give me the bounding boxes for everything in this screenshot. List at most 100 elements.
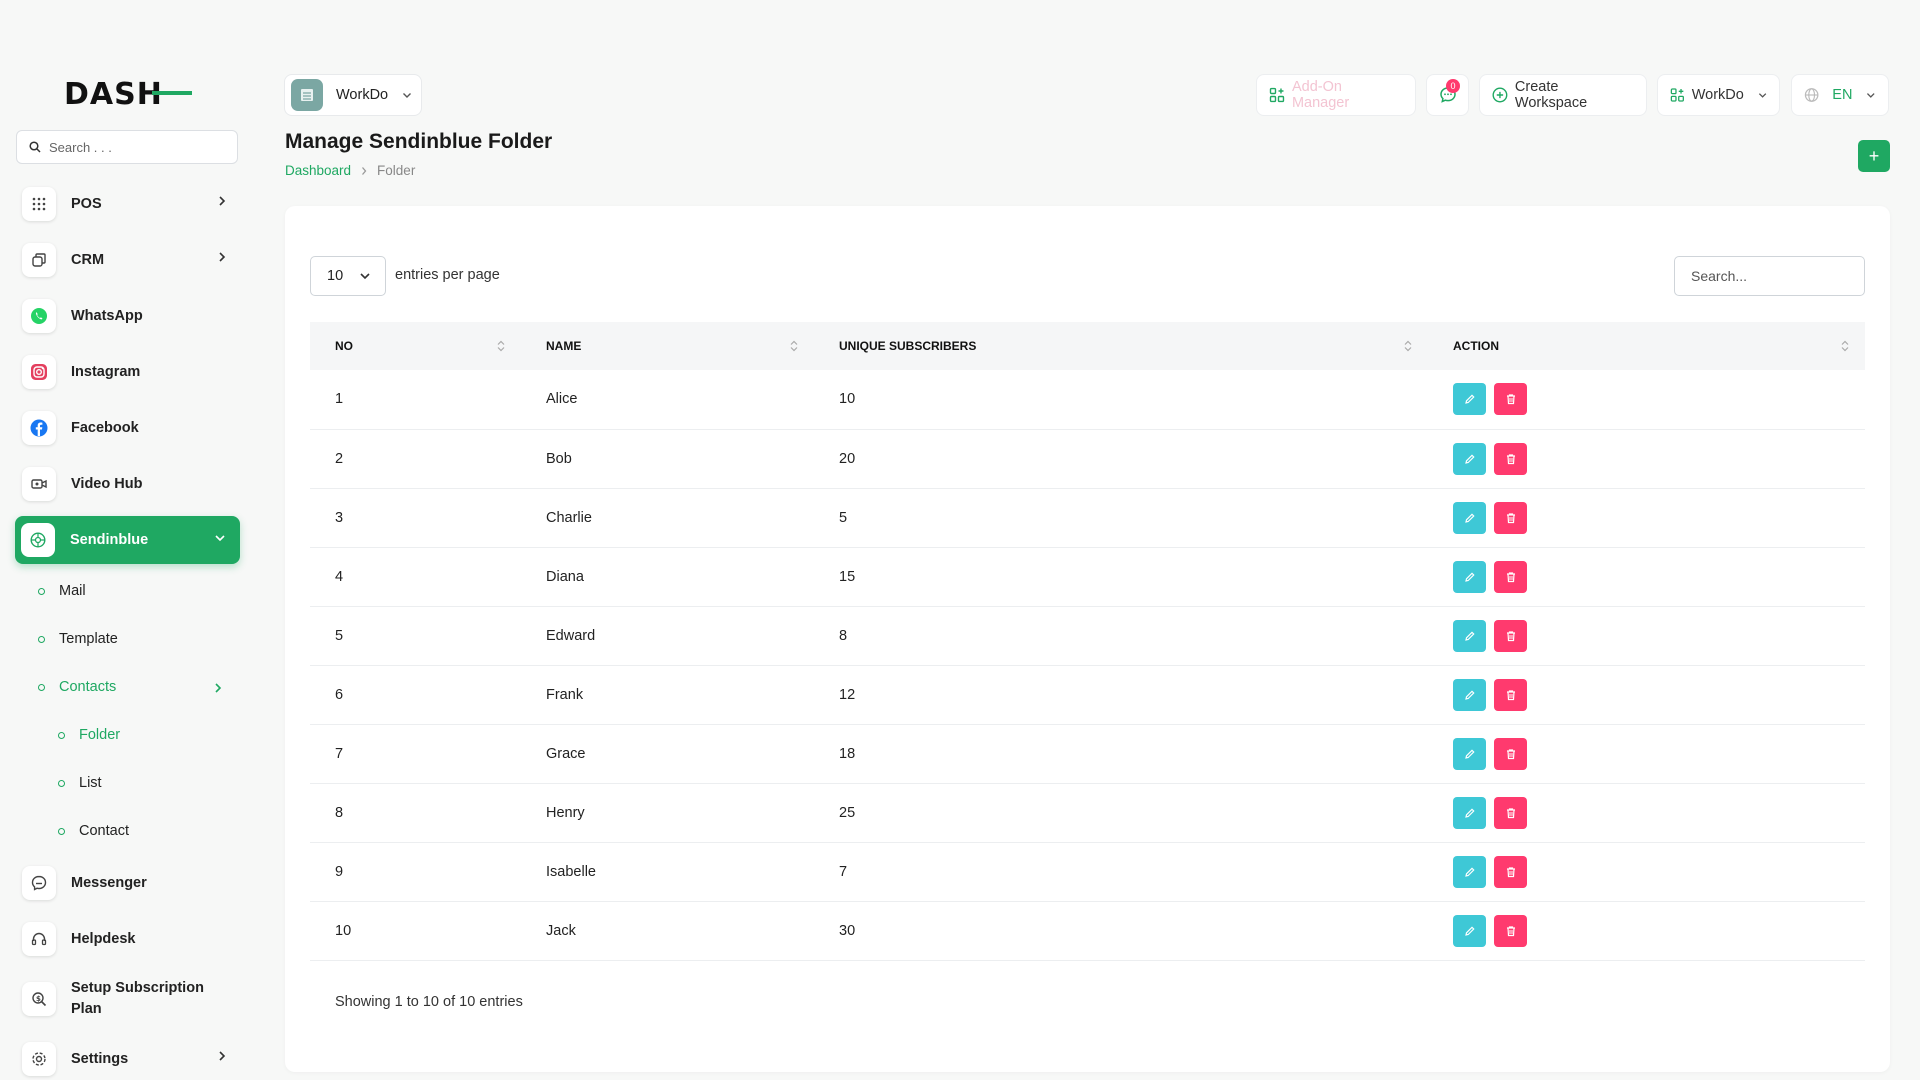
cell-unique-subscribers: 25 xyxy=(814,783,1428,843)
cell-action xyxy=(1428,665,1865,725)
column-header-unique-subscribers[interactable]: UNIQUE SUBSCRIBERS xyxy=(814,322,1428,370)
bullet-icon xyxy=(38,587,45,595)
sidebar-item-sendinblue[interactable]: Sendinblue xyxy=(15,516,240,564)
table-row: 8 Henry 25 xyxy=(310,783,1865,843)
delete-button[interactable] xyxy=(1494,796,1527,829)
edit-button[interactable] xyxy=(1453,678,1486,711)
cell-unique-subscribers: 15 xyxy=(814,547,1428,607)
breadcrumb: Dashboard Folder xyxy=(285,163,415,178)
pencil-icon xyxy=(1464,807,1475,818)
sidebar-subitem-contact[interactable]: Contact xyxy=(58,823,129,839)
cell-name: Isabelle xyxy=(521,842,814,902)
edit-button[interactable] xyxy=(1453,560,1486,593)
delete-button[interactable] xyxy=(1494,501,1527,534)
sidebar-item-label: Messenger xyxy=(71,875,147,891)
sidebar-item-whatsapp[interactable]: WhatsApp xyxy=(16,292,240,340)
cell-name: Henry xyxy=(521,783,814,843)
table-row: 7 Grace 18 xyxy=(310,724,1865,784)
addon-manager-button[interactable]: Add-On Manager xyxy=(1256,74,1416,116)
edit-button[interactable] xyxy=(1453,796,1486,829)
trash-icon xyxy=(1506,453,1515,464)
chevron-right-icon xyxy=(219,1051,226,1061)
gear-icon xyxy=(22,1042,56,1076)
edit-button[interactable] xyxy=(1453,619,1486,652)
trash-icon xyxy=(1506,394,1515,405)
pencil-icon xyxy=(1464,453,1475,464)
edit-button[interactable] xyxy=(1453,855,1486,888)
cell-unique-subscribers: 10 xyxy=(814,370,1428,430)
workspace-select[interactable]: WorkDo xyxy=(284,74,422,116)
sidebar-item-label: Settings xyxy=(71,1051,129,1067)
dash-logo[interactable]: DASH xyxy=(64,78,192,110)
column-header-no[interactable]: NO xyxy=(310,322,521,370)
sidebar-item-settings[interactable]: Settings xyxy=(16,1035,240,1080)
delete-button[interactable] xyxy=(1494,737,1527,770)
edit-button[interactable] xyxy=(1453,383,1486,416)
table-row: 5 Edward 8 xyxy=(310,606,1865,666)
instagram-icon xyxy=(22,355,56,389)
messages-button[interactable]: 0 xyxy=(1426,74,1469,116)
delete-button[interactable] xyxy=(1494,678,1527,711)
trash-icon xyxy=(1506,630,1515,641)
cell-no: 7 xyxy=(310,724,521,784)
delete-button[interactable] xyxy=(1494,442,1527,475)
sidebar-subitem-contacts[interactable]: Contacts xyxy=(38,679,228,695)
messenger-icon xyxy=(22,866,56,900)
cell-no: 5 xyxy=(310,606,521,666)
sidebar-item-label: WhatsApp xyxy=(71,308,143,324)
sidebar-subitem-template[interactable]: Template xyxy=(38,631,118,647)
sidebar-item-messenger[interactable]: Messenger xyxy=(16,859,240,907)
sidebar-search-input[interactable] xyxy=(49,139,219,155)
column-header-name[interactable]: NAME xyxy=(521,322,814,370)
cell-action xyxy=(1428,370,1865,430)
edit-button[interactable] xyxy=(1453,914,1486,947)
sidebar-search[interactable] xyxy=(16,130,238,164)
trash-icon xyxy=(1506,925,1515,936)
column-header-action[interactable]: ACTION xyxy=(1428,322,1865,370)
table-search-input[interactable] xyxy=(1674,256,1865,296)
workspace-menu-label: WorkDo xyxy=(1691,87,1744,103)
delete-button[interactable] xyxy=(1494,855,1527,888)
sidebar-item-pos[interactable]: POS xyxy=(16,180,240,228)
language-label: EN xyxy=(1832,87,1853,103)
workspace-menu-button[interactable]: WorkDo xyxy=(1657,74,1780,116)
create-workspace-label: Create Workspace xyxy=(1514,79,1588,111)
bullet-icon xyxy=(58,779,65,787)
delete-button[interactable] xyxy=(1494,383,1527,416)
table-row: 3 Charlie 5 xyxy=(310,488,1865,548)
create-workspace-button[interactable]: Create Workspace xyxy=(1479,74,1647,116)
sidebar-item-setup-subscription-plan[interactable]: $ Setup Subscription Plan xyxy=(16,971,240,1027)
language-select[interactable]: EN xyxy=(1791,74,1889,116)
sidebar-item-label: Helpdesk xyxy=(71,931,136,947)
sidebar-item-facebook[interactable]: Facebook xyxy=(16,404,240,452)
crm-icon xyxy=(22,243,56,277)
delete-button[interactable] xyxy=(1494,914,1527,947)
trash-icon xyxy=(1506,571,1515,582)
edit-button[interactable] xyxy=(1453,737,1486,770)
sidebar-item-crm[interactable]: CRM xyxy=(16,236,240,284)
svg-text:DASH: DASH xyxy=(64,78,163,110)
chevron-down-icon xyxy=(403,92,412,98)
sidebar-subitem-mail[interactable]: Mail xyxy=(38,583,86,599)
delete-button[interactable] xyxy=(1494,619,1527,652)
sidebar-item-instagram[interactable]: Instagram xyxy=(16,348,240,396)
sort-icon xyxy=(790,340,798,352)
sidebar-item-label: Instagram xyxy=(71,364,141,380)
chevron-down-icon xyxy=(215,535,225,542)
cell-name: Alice xyxy=(521,370,814,430)
sendinblue-icon xyxy=(21,523,55,557)
table-row: 4 Diana 15 xyxy=(310,547,1865,607)
sidebar-item-video-hub[interactable]: Video Hub xyxy=(16,460,240,508)
edit-button[interactable] xyxy=(1453,442,1486,475)
sidebar-item-helpdesk[interactable]: Helpdesk xyxy=(16,915,240,963)
delete-button[interactable] xyxy=(1494,560,1527,593)
edit-button[interactable] xyxy=(1453,501,1486,534)
table-row: 6 Frank 12 xyxy=(310,665,1865,725)
cell-no: 4 xyxy=(310,547,521,607)
add-folder-button[interactable]: + xyxy=(1858,140,1890,172)
entries-per-page-select[interactable]: 10 xyxy=(310,256,386,296)
breadcrumb-dashboard[interactable]: Dashboard xyxy=(285,163,351,178)
column-label: NO xyxy=(335,339,353,353)
sidebar-subitem-list[interactable]: List xyxy=(58,775,102,791)
sidebar-subitem-folder[interactable]: Folder xyxy=(58,727,120,743)
